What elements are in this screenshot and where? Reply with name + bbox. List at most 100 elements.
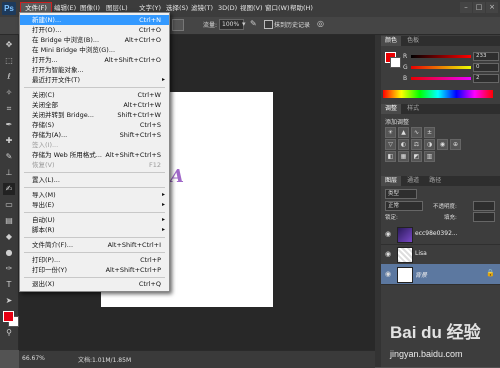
minimize-icon[interactable]: –: [460, 2, 472, 13]
layer-name[interactable]: 背景: [415, 270, 427, 279]
mode-toggle-icon[interactable]: [172, 19, 184, 31]
eye-icon[interactable]: ◉: [385, 270, 391, 278]
dodge-tool-icon[interactable]: ●: [3, 247, 15, 259]
dropdown-arrow-icon[interactable]: ▾: [242, 20, 246, 28]
tab-paths[interactable]: 路径: [425, 176, 446, 186]
menu-item-close-go-bridge[interactable]: 关闭并转到 Bridge... Shift+Ctrl+W: [20, 110, 169, 120]
photo-filter-icon[interactable]: ◉: [437, 139, 448, 150]
posterize-icon[interactable]: ▦: [398, 151, 409, 162]
pen-tool-icon[interactable]: ✑: [3, 263, 15, 275]
layer-name[interactable]: Lisa: [415, 250, 427, 257]
bw-icon[interactable]: ◑: [424, 139, 435, 150]
history-brush-tool-icon[interactable]: ✍: [3, 183, 15, 195]
slider-r-value[interactable]: 233: [473, 52, 499, 61]
threshold-icon[interactable]: ◩: [411, 151, 422, 162]
pressure-icon[interactable]: ◎: [317, 19, 324, 28]
gradient-map-icon[interactable]: ▥: [424, 151, 435, 162]
opacity-input[interactable]: [473, 201, 495, 211]
color-bg-swatch[interactable]: [390, 57, 401, 68]
layer-row[interactable]: ◉ Lisa: [381, 244, 500, 265]
maximize-icon[interactable]: □: [473, 2, 485, 13]
layer-row-selected[interactable]: ◉ 背景 🔒: [381, 264, 500, 285]
menu-item-close[interactable]: 关闭(C) Ctrl+W: [20, 90, 169, 100]
tab-adjustments[interactable]: 调整: [381, 104, 402, 114]
tab-layers[interactable]: 图层: [381, 176, 402, 186]
move-tool-icon[interactable]: ✥: [3, 39, 15, 51]
menu-item-recent-files[interactable]: 最近打开文件(T) ▸: [20, 75, 169, 85]
menu-item-export[interactable]: 导出(E) ▸: [20, 200, 169, 210]
menu-item-open-as[interactable]: 打开为... Alt+Shift+Ctrl+O: [20, 55, 169, 65]
layer-kind-filter[interactable]: 类型: [385, 189, 417, 199]
curves-icon[interactable]: ∿: [411, 127, 422, 138]
menu-item-shortcut: Shift+Ctrl+W: [117, 111, 161, 119]
vibrance-icon[interactable]: ▽: [385, 139, 396, 150]
menu-item-save[interactable]: 存储(S) Ctrl+S: [20, 120, 169, 130]
quick-select-tool-icon[interactable]: ✧: [3, 87, 15, 99]
tab-color[interactable]: 颜色: [381, 36, 402, 46]
eye-icon[interactable]: ◉: [385, 250, 391, 258]
menu-item-save-as[interactable]: 存储为(A)... Shift+Ctrl+S: [20, 130, 169, 140]
menu-item-save-for-web[interactable]: 存储为 Web 所用格式... Alt+Shift+Ctrl+S: [20, 150, 169, 160]
menu-item-print-one-copy[interactable]: 打印一份(Y) Alt+Shift+Ctrl+P: [20, 265, 169, 275]
close-icon[interactable]: ×: [486, 2, 498, 13]
erase-history-checkbox[interactable]: [264, 20, 273, 29]
menu-item-exit[interactable]: 退出(X) Ctrl+Q: [20, 279, 169, 289]
menu-item-open[interactable]: 打开(O)... Ctrl+O: [20, 25, 169, 35]
slider-b-track[interactable]: [411, 77, 471, 80]
gradient-tool-icon[interactable]: ▤: [3, 215, 15, 227]
menu-3d[interactable]: 3D(D): [218, 3, 237, 14]
tab-swatches[interactable]: 色板: [403, 36, 424, 46]
slider-r-track[interactable]: [411, 55, 471, 58]
color-spectrum-bar[interactable]: [383, 90, 493, 98]
slider-b-value[interactable]: 2: [473, 74, 499, 83]
zoom-tool-icon[interactable]: ⚲: [3, 327, 15, 339]
invert-icon[interactable]: ◧: [385, 151, 396, 162]
menu-item-browse-bridge[interactable]: 在 Bridge 中浏览(B)... Alt+Ctrl+O: [20, 35, 169, 45]
blur-tool-icon[interactable]: ◆: [3, 231, 15, 243]
menu-item-open-smart-object[interactable]: 打开为智能对象...: [20, 65, 169, 75]
eraser-tool-icon[interactable]: ▭: [3, 199, 15, 211]
mixer-icon[interactable]: ⊕: [450, 139, 461, 150]
menu-item-close-all[interactable]: 关闭全部 Alt+Ctrl+W: [20, 100, 169, 110]
blend-mode-select[interactable]: 正常: [385, 201, 423, 211]
menu-item-place[interactable]: 置入(L)...: [20, 175, 169, 185]
type-tool-icon[interactable]: T: [3, 279, 15, 291]
menu-item-browse-mini-bridge[interactable]: 在 Mini Bridge 中浏览(G)...: [20, 45, 169, 55]
menu-item-scripts[interactable]: 脚本(R) ▸: [20, 225, 169, 235]
tab-styles[interactable]: 样式: [403, 104, 424, 114]
slider-g-track[interactable]: [411, 66, 471, 69]
lasso-tool-icon[interactable]: ℓ: [3, 71, 15, 83]
healing-tool-icon[interactable]: ✚: [3, 135, 15, 147]
color-balance-icon[interactable]: ⚖: [411, 139, 422, 150]
flow-input[interactable]: 100%: [219, 19, 244, 30]
slider-g-value[interactable]: 0: [473, 63, 499, 72]
brightness-icon[interactable]: ☀: [385, 127, 396, 138]
menu-item-shortcut: F12: [148, 161, 161, 169]
airbrush-icon[interactable]: ✎: [250, 19, 257, 28]
layer-row[interactable]: ◉ ecc98e0392...: [381, 224, 500, 245]
path-select-tool-icon[interactable]: ➤: [3, 295, 15, 307]
hue-icon[interactable]: ◐: [398, 139, 409, 150]
levels-icon[interactable]: ▲: [398, 127, 409, 138]
brush-tool-icon[interactable]: ✎: [3, 151, 15, 163]
foreground-color-swatch[interactable]: [3, 311, 14, 322]
menu-item-new[interactable]: 新建(N)... Ctrl+N: [20, 15, 169, 25]
menu-filter[interactable]: 滤镜(T): [191, 3, 213, 14]
marquee-tool-icon[interactable]: ⬚: [3, 55, 15, 67]
fill-input[interactable]: [473, 212, 495, 222]
menu-help[interactable]: 帮助(H): [290, 3, 313, 14]
eyedropper-tool-icon[interactable]: ✒: [3, 119, 15, 131]
stamp-tool-icon[interactable]: ⊥: [3, 167, 15, 179]
zoom-level[interactable]: 66.67%: [22, 355, 45, 362]
menu-item-automate[interactable]: 自动(U) ▸: [20, 215, 169, 225]
exposure-icon[interactable]: ±: [424, 127, 435, 138]
tab-channels[interactable]: 通道: [403, 176, 424, 186]
layer-name[interactable]: ecc98e0392...: [415, 230, 458, 237]
menu-item-file-info[interactable]: 文件简介(F)... Alt+Shift+Ctrl+I: [20, 240, 169, 250]
eye-icon[interactable]: ◉: [385, 230, 391, 238]
menu-item-import[interactable]: 导入(M) ▸: [20, 190, 169, 200]
menu-item-print[interactable]: 打印(P)... Ctrl+P: [20, 255, 169, 265]
crop-tool-icon[interactable]: ⌗: [3, 103, 15, 115]
menu-window[interactable]: 窗口(W): [265, 3, 290, 14]
menu-view[interactable]: 视图(V): [240, 3, 263, 14]
